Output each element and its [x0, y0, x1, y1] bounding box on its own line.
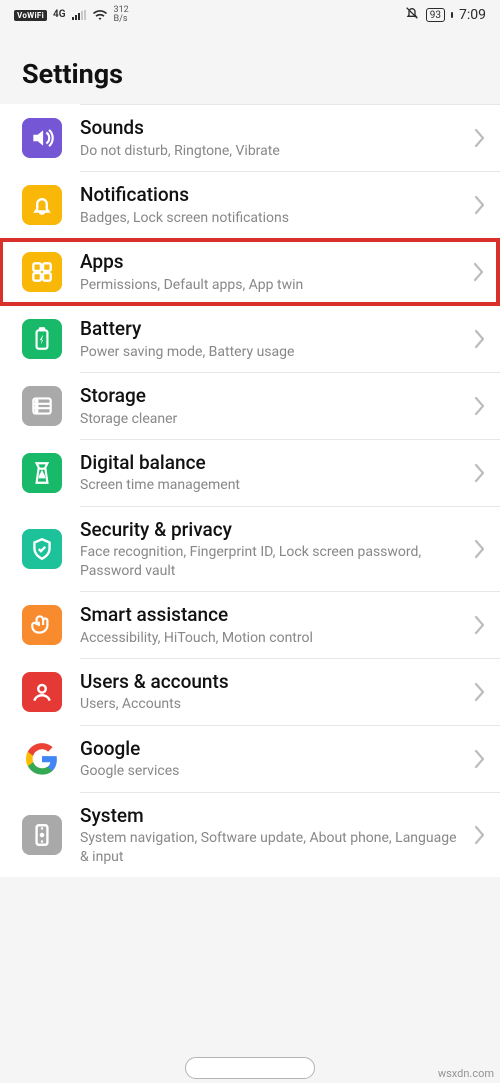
users-icon	[22, 672, 62, 712]
system-icon	[22, 815, 62, 855]
row-text: Smart assistance Accessibility, HiTouch, …	[80, 603, 466, 647]
row-title: Apps	[80, 250, 465, 274]
row-text: Security & privacyFace recognition, Fing…	[80, 518, 466, 580]
row-title: Storage	[80, 384, 466, 408]
sounds-icon	[22, 118, 62, 158]
mute-icon	[404, 5, 420, 25]
chevron-right-icon	[474, 328, 486, 350]
settings-row-security[interactable]: Security & privacyFace recognition, Fing…	[0, 507, 500, 591]
row-text: SystemSystem navigation, Software update…	[80, 804, 466, 866]
settings-row-smart[interactable]: Smart assistance Accessibility, HiTouch, …	[0, 592, 500, 658]
network-type: 4G	[53, 10, 66, 20]
settings-row-battery[interactable]: Battery Power saving mode, Battery usage	[0, 306, 500, 372]
smart-icon	[22, 605, 62, 645]
row-title: Notifications	[80, 183, 466, 207]
chevron-right-icon	[474, 538, 486, 560]
row-text: Apps Permissions, Default apps, App twin	[80, 250, 465, 294]
chevron-right-icon	[473, 261, 485, 283]
google-icon	[22, 739, 62, 779]
row-subtitle: Permissions, Default apps, App twin	[80, 276, 465, 294]
chevron-right-icon	[474, 681, 486, 703]
wifi-icon	[92, 9, 108, 21]
settings-row-storage[interactable]: Storage Storage cleaner	[0, 373, 500, 439]
settings-row-sounds[interactable]: Sounds Do not disturb, Ringtone, Vibrate	[0, 105, 500, 171]
row-text: Battery Power saving mode, Battery usage	[80, 317, 466, 361]
settings-row-system[interactable]: SystemSystem navigation, Software update…	[0, 793, 500, 877]
chevron-right-icon	[474, 194, 486, 216]
settings-row-digital[interactable]: Digital balanceScreen time management	[0, 440, 500, 506]
row-subtitle: Badges, Lock screen notifications	[80, 209, 466, 227]
status-left: VoWiFi 4G 312 B/s	[14, 6, 129, 24]
row-text: GoogleGoogle services	[80, 737, 466, 781]
row-title: Security & privacy	[80, 518, 466, 542]
data-speed: 312 B/s	[114, 6, 129, 24]
security-icon	[22, 529, 62, 569]
row-subtitle: Google services	[80, 762, 466, 780]
row-text: Digital balanceScreen time management	[80, 451, 466, 495]
storage-icon	[22, 386, 62, 426]
notifications-icon	[22, 185, 62, 225]
row-subtitle: Power saving mode, Battery usage	[80, 343, 466, 361]
nav-pill[interactable]	[185, 1057, 315, 1079]
row-title: Battery	[80, 317, 466, 341]
row-title: Google	[80, 737, 466, 761]
settings-row-notifications[interactable]: Notifications Badges, Lock screen notific…	[0, 172, 500, 238]
chevron-right-icon	[474, 748, 486, 770]
row-subtitle: Storage cleaner	[80, 410, 466, 428]
row-subtitle: System navigation, Software update, Abou…	[80, 829, 466, 865]
page-header: Settings	[0, 30, 500, 104]
battery-percent: 93	[430, 10, 441, 21]
row-title: Sounds	[80, 116, 466, 140]
row-text: Sounds Do not disturb, Ringtone, Vibrate	[80, 116, 466, 160]
row-subtitle: Screen time management	[80, 476, 466, 494]
gesture-bar	[0, 1057, 500, 1079]
row-text: Storage Storage cleaner	[80, 384, 466, 428]
vowifi-badge: VoWiFi	[14, 10, 47, 21]
row-title: Digital balance	[80, 451, 466, 475]
row-subtitle: Users, Accounts	[80, 695, 466, 713]
battery-nub	[451, 12, 453, 18]
battery-indicator: 93	[426, 8, 445, 22]
row-subtitle: Accessibility, HiTouch, Motion control	[80, 629, 466, 647]
row-title: Users & accounts	[80, 670, 466, 694]
page-title: Settings	[22, 58, 478, 90]
row-text: Users & accountsUsers, Accounts	[80, 670, 466, 714]
chevron-right-icon	[474, 395, 486, 417]
row-subtitle: Do not disturb, Ringtone, Vibrate	[80, 142, 466, 160]
row-title: System	[80, 804, 466, 828]
settings-row-apps[interactable]: Apps Permissions, Default apps, App twin	[0, 239, 499, 305]
signal-bars-icon	[72, 10, 86, 20]
battery-icon	[22, 319, 62, 359]
digital-icon	[22, 453, 62, 493]
row-text: Notifications Badges, Lock screen notific…	[80, 183, 466, 227]
data-speed-unit: B/s	[114, 15, 129, 24]
status-bar: VoWiFi 4G 312 B/s 93 7:09	[0, 0, 500, 30]
settings-row-google[interactable]: GoogleGoogle services	[0, 726, 500, 792]
chevron-right-icon	[474, 127, 486, 149]
watermark: wsxdn.com	[438, 1067, 494, 1080]
chevron-right-icon	[474, 614, 486, 636]
clock: 7:09	[459, 7, 486, 23]
settings-row-users[interactable]: Users & accountsUsers, Accounts	[0, 659, 500, 725]
chevron-right-icon	[474, 462, 486, 484]
row-subtitle: Face recognition, Fingerprint ID, Lock s…	[80, 543, 466, 579]
apps-icon	[22, 252, 62, 292]
row-title: Smart assistance	[80, 603, 466, 627]
status-right: 93 7:09	[404, 5, 486, 25]
chevron-right-icon	[474, 824, 486, 846]
settings-list[interactable]: Sounds Do not disturb, Ringtone, Vibrate N…	[0, 104, 500, 877]
